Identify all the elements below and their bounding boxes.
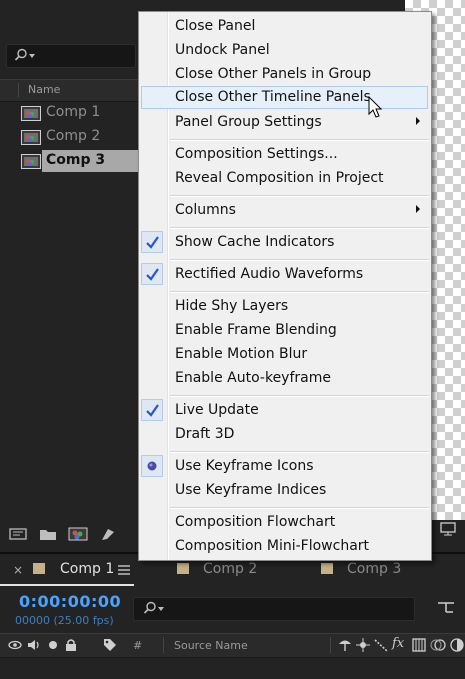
menu-separator xyxy=(170,195,429,197)
chevron-down-icon xyxy=(158,607,164,611)
menu-item-live-update[interactable]: Live Update xyxy=(139,399,431,423)
frame-blending-icon[interactable] xyxy=(411,637,427,653)
mouse-cursor-icon xyxy=(368,96,383,118)
motion-blur-icon[interactable] xyxy=(430,637,446,653)
checkmark-icon xyxy=(146,236,159,249)
menu-item-enable-motion-blur[interactable]: Enable Motion Blur xyxy=(139,343,431,367)
interpret-footage-icon[interactable] xyxy=(8,526,28,542)
tab-comp-1[interactable]: Comp 1 xyxy=(60,561,114,577)
menu-separator xyxy=(170,139,429,141)
tab-comp-3[interactable]: Comp 3 xyxy=(347,561,401,577)
menu-item-enable-frame-blending[interactable]: Enable Frame Blending xyxy=(139,319,431,343)
active-tab-underline xyxy=(0,584,134,586)
source-name-column[interactable]: Source Name xyxy=(174,639,248,652)
project-item-comp-2[interactable]: Comp 2 xyxy=(0,126,140,148)
menu-item-rectified-audio-waveforms[interactable]: Rectified Audio Waveforms xyxy=(139,263,431,287)
project-item-label: Comp 3 xyxy=(46,152,106,168)
label-tag-icon[interactable] xyxy=(102,637,118,653)
lock-icon[interactable] xyxy=(63,637,79,653)
composition-flowchart-icon[interactable] xyxy=(436,599,456,615)
menu-item-hide-shy-layers[interactable]: Hide Shy Layers xyxy=(139,295,431,319)
search-icon xyxy=(14,48,27,61)
menu-item-composition-mini-flowchart[interactable]: Composition Mini-Flowchart xyxy=(139,535,431,559)
collapse-transformations-icon[interactable] xyxy=(355,637,371,653)
menu-separator xyxy=(170,451,429,453)
submenu-arrow-icon xyxy=(416,205,420,213)
close-icon[interactable]: × xyxy=(13,563,23,577)
panel-context-menu: Close Panel Undock Panel Close Other Pan… xyxy=(138,11,432,561)
shy-icon[interactable] xyxy=(337,637,353,653)
quality-icon[interactable] xyxy=(373,637,389,653)
menu-item-use-keyframe-icons[interactable]: Use Keyframe Icons xyxy=(139,455,431,479)
new-composition-icon[interactable] xyxy=(68,526,88,542)
monitor-icon[interactable] xyxy=(440,522,456,536)
search-icon xyxy=(143,601,156,614)
chevron-down-icon xyxy=(29,54,35,58)
tab-comp-2[interactable]: Comp 2 xyxy=(203,561,257,577)
project-column-header[interactable]: Name xyxy=(0,79,140,102)
comp-color-swatch xyxy=(321,563,333,574)
menu-item-columns[interactable]: Columns xyxy=(139,199,431,223)
eye-icon[interactable] xyxy=(7,637,23,653)
project-item-label: Comp 2 xyxy=(46,128,101,144)
name-column-label: Name xyxy=(28,83,61,96)
composition-icon xyxy=(21,130,41,145)
menu-item-use-keyframe-indices[interactable]: Use Keyframe Indices xyxy=(139,479,431,503)
menu-separator xyxy=(170,291,429,293)
menu-item-composition-flowchart[interactable]: Composition Flowchart xyxy=(139,511,431,535)
project-item-label: Comp 1 xyxy=(46,104,101,120)
timeline-search-input[interactable] xyxy=(133,597,415,621)
checkmark-icon xyxy=(146,268,159,281)
menu-separator xyxy=(170,259,429,261)
solo-icon[interactable] xyxy=(45,637,61,653)
menu-item-close-other-panels-in-group[interactable]: Close Other Panels in Group xyxy=(139,63,431,87)
radio-dot-icon xyxy=(147,461,157,471)
checkmark-icon xyxy=(146,404,159,417)
project-toolbar xyxy=(0,522,140,548)
menu-item-panel-group-settings[interactable]: Panel Group Settings xyxy=(139,111,431,135)
menu-item-draft-3d[interactable]: Draft 3D xyxy=(139,423,431,447)
menu-item-close-other-timeline-panels[interactable]: Close Other Timeline Panels xyxy=(139,86,431,110)
speaker-icon[interactable] xyxy=(26,637,42,653)
menu-item-undock-panel[interactable]: Undock Panel xyxy=(139,39,431,63)
folder-icon[interactable] xyxy=(38,526,58,542)
menu-separator xyxy=(170,507,429,509)
frame-rate-display: 00000 (25.00 fps) xyxy=(15,614,114,627)
project-item-comp-3[interactable]: Comp 3 xyxy=(0,150,140,172)
layer-number-column: # xyxy=(133,639,143,652)
project-search-input[interactable] xyxy=(6,44,136,68)
menu-item-composition-settings[interactable]: Composition Settings... xyxy=(139,143,431,167)
menu-item-show-cache-indicators[interactable]: Show Cache Indicators xyxy=(139,231,431,255)
menu-item-enable-auto-keyframe[interactable]: Enable Auto-keyframe xyxy=(139,367,431,391)
comp-color-swatch xyxy=(33,563,45,574)
project-item-comp-1[interactable]: Comp 1 xyxy=(0,102,140,124)
submenu-arrow-icon xyxy=(416,117,420,125)
panel-menu-icon[interactable] xyxy=(118,565,130,575)
adjustment-layer-icon[interactable] xyxy=(449,637,465,653)
menu-item-close-panel[interactable]: Close Panel xyxy=(139,15,431,39)
menu-item-reveal-composition-in-project[interactable]: Reveal Composition in Project xyxy=(139,167,431,191)
comp-color-swatch xyxy=(177,563,189,574)
pen-tool-icon[interactable] xyxy=(98,526,118,542)
layer-column-header: # Source Name fx xyxy=(0,633,465,658)
menu-separator xyxy=(170,395,429,397)
composition-icon xyxy=(21,154,41,169)
menu-separator xyxy=(170,227,429,229)
composition-icon xyxy=(21,106,41,121)
current-time-display[interactable]: 0:00:00:00 xyxy=(19,592,121,611)
effects-icon[interactable]: fx xyxy=(392,636,404,651)
